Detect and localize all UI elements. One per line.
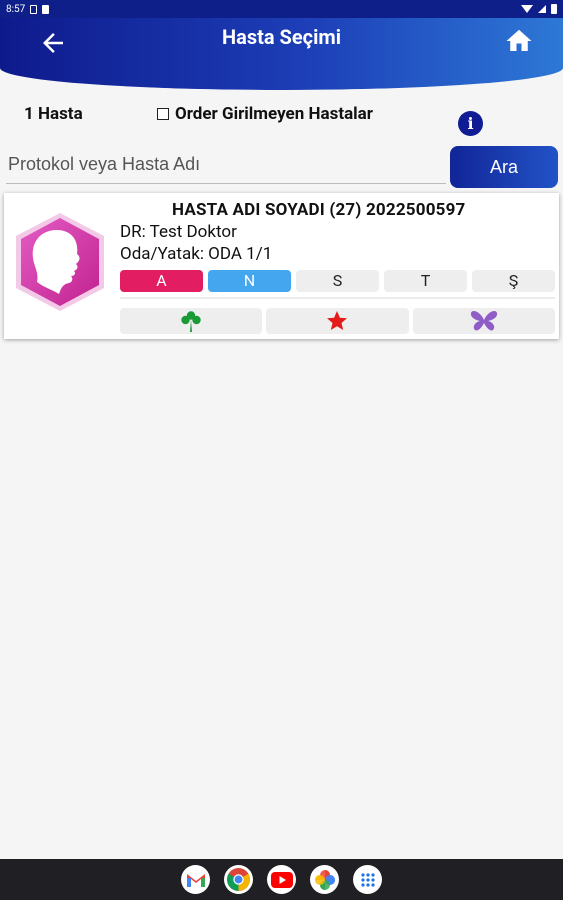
day-badge-n[interactable]: N: [208, 270, 291, 292]
meal-day-badges: A N S T Ş: [120, 270, 555, 292]
patient-name: HASTA ADI SOYADI (27) 2022500597: [172, 200, 466, 220]
photos-icon[interactable]: [310, 865, 339, 894]
card-divider: [120, 297, 555, 299]
sd-card-icon: [42, 4, 50, 14]
signal-icon: [538, 5, 546, 13]
youtube-icon[interactable]: [267, 865, 296, 894]
day-badge-t[interactable]: T: [384, 270, 467, 292]
info-icon[interactable]: i: [458, 111, 483, 136]
clover-icon: [181, 311, 201, 332]
home-icon: [506, 29, 532, 51]
system-nav-bar: [0, 859, 563, 900]
wifi-icon: [521, 5, 533, 13]
marker-star[interactable]: [266, 308, 409, 334]
patient-room: Oda/Yatak: ODA 1/1: [120, 244, 273, 264]
app-header: Hasta Seçimi: [0, 18, 563, 90]
female-profile-icon: [16, 213, 104, 311]
butterfly-icon: [470, 311, 497, 331]
no-order-filter[interactable]: Order Girilmeyen Hastalar: [157, 104, 373, 124]
star-icon: [327, 311, 348, 330]
search-input[interactable]: [6, 146, 446, 184]
chrome-glyph: [227, 868, 250, 891]
arrow-left-icon: [43, 33, 63, 53]
day-badge-s[interactable]: S: [296, 270, 379, 292]
page-title: Hasta Seçimi: [222, 25, 341, 49]
no-order-checkbox[interactable]: [157, 108, 169, 120]
back-button[interactable]: [38, 28, 68, 58]
marker-butterfly[interactable]: [412, 308, 555, 334]
day-badge-sh[interactable]: Ş: [472, 270, 555, 292]
gmail-icon[interactable]: [181, 865, 210, 894]
youtube-glyph: [270, 871, 293, 888]
search-button[interactable]: Ara: [450, 146, 558, 188]
apps-grid-glyph: [360, 872, 375, 887]
status-bar: 8:57: [0, 0, 563, 18]
no-order-label: Order Girilmeyen Hastalar: [175, 104, 373, 124]
marker-clover[interactable]: [120, 308, 263, 334]
apps-grid-icon[interactable]: [353, 865, 382, 894]
status-time: 8:57: [6, 3, 26, 15]
patient-markers: [120, 308, 555, 334]
patient-doctor: DR: Test Doktor: [120, 222, 237, 242]
home-button[interactable]: [504, 26, 534, 56]
patient-avatar: [9, 210, 112, 314]
day-badge-a[interactable]: A: [120, 270, 203, 292]
notification-icon: [30, 4, 38, 14]
battery-icon: [551, 4, 557, 14]
chrome-icon[interactable]: [224, 865, 253, 894]
patient-card[interactable]: HASTA ADI SOYADI (27) 2022500597 DR: Tes…: [4, 193, 559, 339]
gmail-glyph: [186, 873, 205, 887]
patient-count: 1 Hasta: [24, 104, 83, 124]
photos-glyph: [314, 869, 335, 890]
